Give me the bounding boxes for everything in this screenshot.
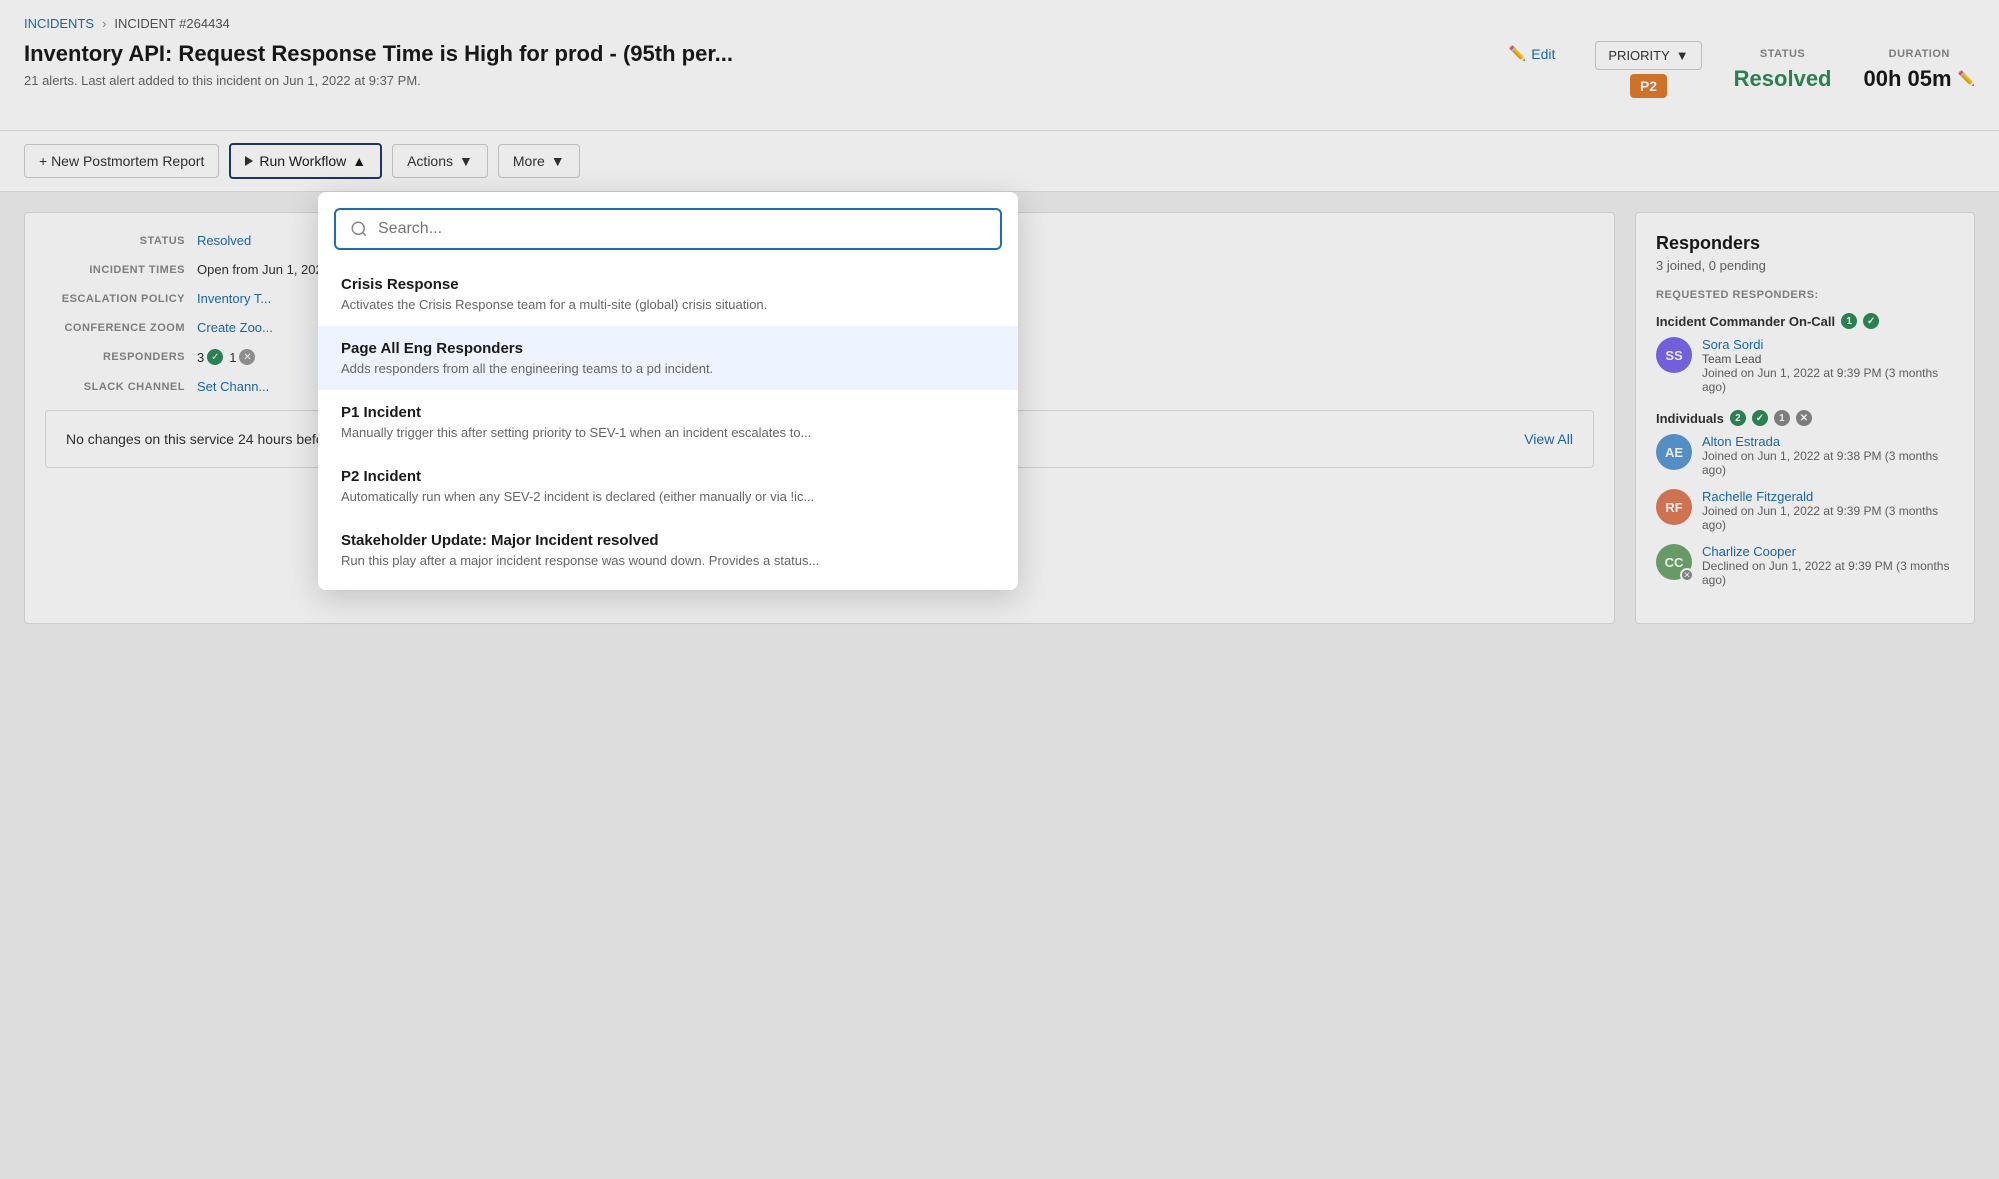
workflow-crisis-desc: Activates the Crisis Response team for a… [341,297,998,312]
workflow-list: Crisis Response Activates the Crisis Res… [318,262,1018,590]
workflow-item-stakeholder-update[interactable]: Stakeholder Update: Major Incident resol… [318,518,1018,582]
workflow-stakeholder-desc: Run this play after a major incident res… [341,553,998,568]
workflow-item-p2-incident[interactable]: P2 Incident Automatically run when any S… [318,454,1018,518]
workflow-pageall-desc: Adds responders from all the engineering… [341,361,998,376]
workflow-stakeholder-title: Stakeholder Update: Major Incident resol… [341,532,998,549]
workflow-item-crisis-response[interactable]: Crisis Response Activates the Crisis Res… [318,262,1018,326]
workflow-crisis-title: Crisis Response [341,276,998,293]
workflow-p1-desc: Manually trigger this after setting prio… [341,425,998,440]
workflow-item-p1-incident[interactable]: P1 Incident Manually trigger this after … [318,390,1018,454]
workflow-item-page-all-eng[interactable]: Page All Eng Responders Adds responders … [318,326,1018,390]
workflow-p2-title: P2 Incident [341,468,998,485]
search-container [318,192,1018,262]
search-box [334,208,1002,250]
workflow-p2-desc: Automatically run when any SEV-2 inciden… [341,489,998,504]
search-icon [350,220,368,238]
workflow-dropdown: Crisis Response Activates the Crisis Res… [318,192,1018,590]
workflow-search-input[interactable] [378,220,986,238]
workflow-p1-title: P1 Incident [341,404,998,421]
page-wrapper: INCIDENTS › INCIDENT #264434 Inventory A… [0,0,1999,1179]
workflow-pageall-title: Page All Eng Responders [341,340,998,357]
